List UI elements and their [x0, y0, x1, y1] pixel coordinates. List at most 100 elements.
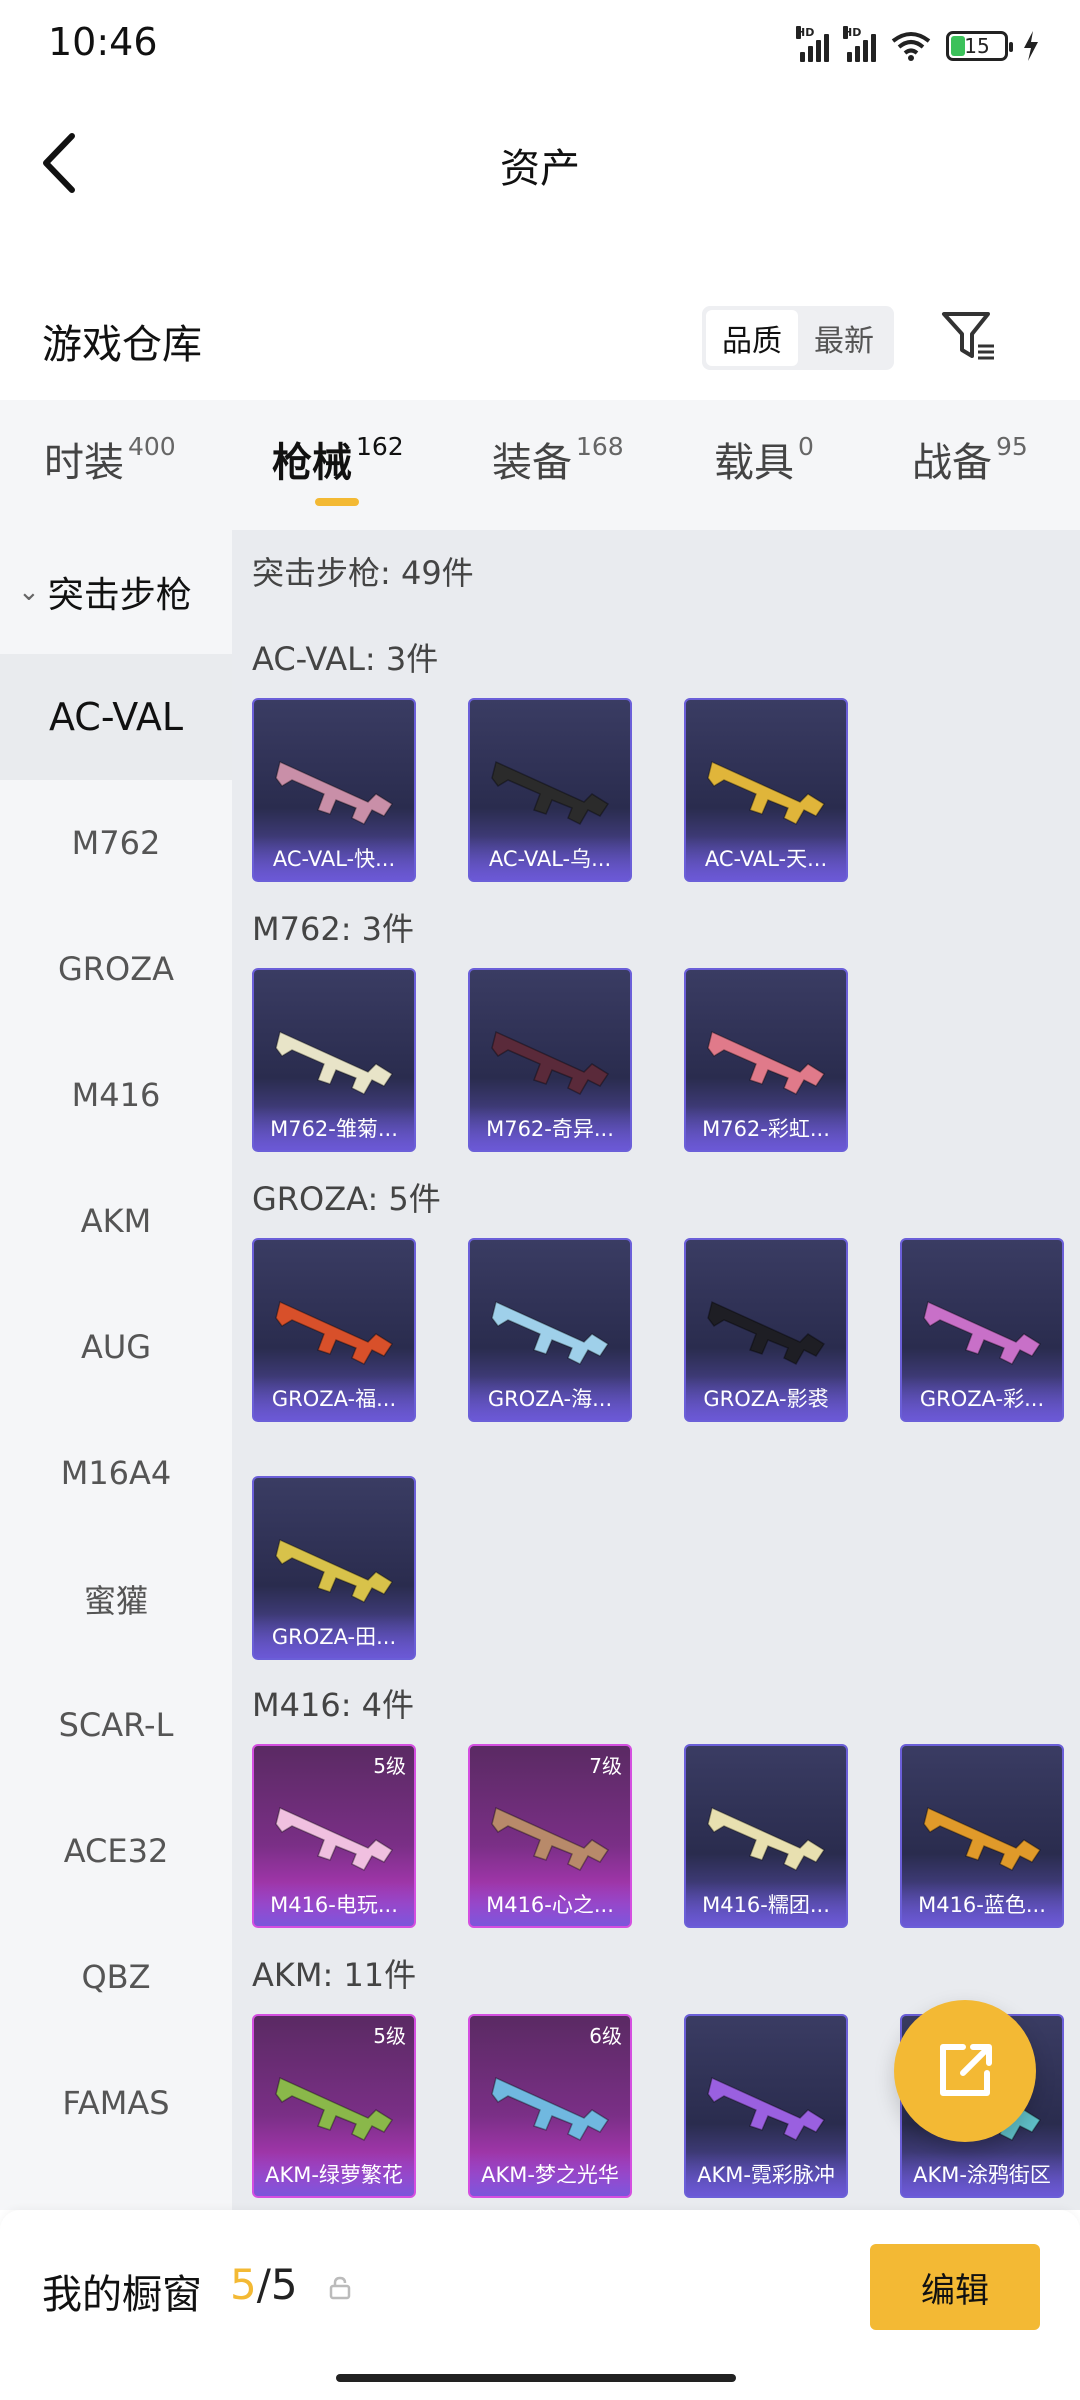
weapon-card[interactable]: AC-VAL-乌... — [468, 698, 632, 882]
group-title: GROZA: 5件 — [252, 1180, 441, 1218]
level-badge: 5级 — [373, 2024, 406, 2048]
rifle-icon — [491, 2076, 610, 2141]
weapon-card[interactable]: 7级 M416-心之... — [468, 1744, 632, 1928]
showcase-count: 5/5 — [230, 2260, 298, 2309]
warehouse-title: 游戏仓库 — [42, 322, 202, 368]
rifle-icon — [275, 1806, 394, 1871]
tab-equipment[interactable]: 装备 168 — [492, 430, 624, 488]
weapon-card-label: M762-奇异... — [470, 1106, 630, 1150]
rifle-icon — [707, 1300, 826, 1365]
weapon-sidebar: ⌄ 突击步枪 AC-VAL M762 GROZA M416 AKM AUG M1… — [0, 530, 232, 2210]
weapon-card-label: GROZA-海... — [470, 1376, 630, 1420]
tab-vehicles[interactable]: 载具 0 — [714, 430, 814, 488]
weapon-card-label: M762-雏菊... — [254, 1106, 414, 1150]
weapon-card[interactable]: 5级 AKM-绿萝繁花 — [252, 2014, 416, 2198]
weapon-card-label: GROZA-彩... — [902, 1376, 1062, 1420]
weapon-card-label: M416-心之... — [470, 1882, 630, 1926]
tab-fashion[interactable]: 时装 400 — [44, 430, 176, 488]
weapon-card[interactable]: GROZA-海... — [468, 1238, 632, 1422]
weapon-card-label: AC-VAL-天... — [686, 836, 846, 880]
battery-icon: 15 — [946, 31, 1013, 61]
weapon-card-label: AKM-梦之光华 — [470, 2152, 630, 2196]
weapon-card[interactable]: M762-奇异... — [468, 968, 632, 1152]
sidebar-item-acval[interactable]: AC-VAL — [0, 654, 232, 780]
rifle-icon — [491, 1806, 610, 1871]
status-bar: 10:46 HD HD 15 — [0, 0, 1080, 92]
sort-quality-button[interactable]: 品质 — [706, 310, 798, 366]
weapon-card-label: M416-糯团... — [686, 1882, 846, 1926]
weapon-card[interactable]: M416-糯团... — [684, 1744, 848, 1928]
weapon-card[interactable]: M416-蓝色... — [900, 1744, 1064, 1928]
rifle-icon — [923, 1806, 1042, 1871]
weapon-card-label: AC-VAL-乌... — [470, 836, 630, 880]
weapon-card-label: M416-电玩... — [254, 1882, 414, 1926]
showcase-label: 我的橱窗 — [42, 2272, 202, 2318]
rifle-icon — [707, 2076, 826, 2141]
filter-button[interactable] — [940, 308, 1000, 364]
sidebar-item-qbz[interactable]: QBZ — [0, 1914, 232, 2040]
rifle-icon — [275, 760, 394, 825]
weapon-card[interactable]: GROZA-影裘 — [684, 1238, 848, 1422]
sidebar-item-aug[interactable]: AUG — [0, 1284, 232, 1410]
showcase-bar: 我的橱窗 5/5 编辑 — [0, 2210, 1080, 2400]
sidebar-item-ace32[interactable]: ACE32 — [0, 1788, 232, 1914]
weapon-card[interactable]: GROZA-福... — [252, 1238, 416, 1422]
sidebar-item-m416[interactable]: M416 — [0, 1032, 232, 1158]
tab-supplies[interactable]: 战备 95 — [912, 430, 1028, 488]
sort-toggle: 品质 最新 — [702, 306, 894, 370]
category-tabs: 时装 400 枪械 162 装备 168 载具 0 战备 95 — [0, 400, 1080, 530]
sidebar-item-famas[interactable]: FAMAS — [0, 2040, 232, 2166]
page-title: 资产 — [500, 146, 580, 192]
rifle-icon — [275, 1538, 394, 1603]
filter-icon — [942, 312, 994, 360]
chevron-down-icon: ⌄ — [18, 577, 40, 607]
signal-icon: HD — [796, 26, 829, 62]
group-title: M416: 4件 — [252, 1686, 415, 1724]
sidebar-item-scarl[interactable]: SCAR-L — [0, 1662, 232, 1788]
rifle-icon — [491, 760, 610, 825]
wifi-icon — [891, 32, 931, 61]
sidebar-item-honey-badger[interactable]: 蜜獾 — [0, 1536, 232, 1662]
category-summary: 突击步枪: 49件 — [252, 554, 474, 592]
rifle-icon — [275, 1030, 394, 1095]
rifle-icon — [707, 1806, 826, 1871]
weapon-card[interactable]: GROZA-田... — [252, 1476, 416, 1660]
weapon-card[interactable]: 5级 M416-电玩... — [252, 1744, 416, 1928]
weapon-card-label: AKM-绿萝繁花 — [254, 2152, 414, 2196]
weapon-card-label: AKM-霓彩脉冲 — [686, 2152, 846, 2196]
weapon-card-label: GROZA-福... — [254, 1376, 414, 1420]
sidebar-item-groza[interactable]: GROZA — [0, 906, 232, 1032]
edit-button[interactable]: 编辑 — [870, 2244, 1040, 2330]
rifle-icon — [275, 2076, 394, 2141]
rifle-icon — [491, 1300, 610, 1365]
sidebar-item-m16a4[interactable]: M16A4 — [0, 1410, 232, 1536]
weapon-card[interactable]: M762-彩虹... — [684, 968, 848, 1152]
rifle-icon — [707, 1030, 826, 1095]
weapon-card-label: GROZA-田... — [254, 1614, 414, 1658]
sidebar-item-m762[interactable]: M762 — [0, 780, 232, 906]
weapon-card[interactable]: 6级 AKM-梦之光华 — [468, 2014, 632, 2198]
weapon-card[interactable]: GROZA-彩... — [900, 1238, 1064, 1422]
weapon-grid: 突击步枪: 49件 AC-VAL: 3件 AC-VAL-快... AC-VAL-… — [232, 530, 1080, 2210]
weapon-card[interactable]: AC-VAL-天... — [684, 698, 848, 882]
sidebar-category-header[interactable]: ⌄ 突击步枪 — [0, 530, 232, 654]
weapon-card-label: AC-VAL-快... — [254, 836, 414, 880]
status-time: 10:46 — [48, 20, 158, 64]
status-icons: HD HD 15 — [796, 26, 1040, 66]
tab-weapons[interactable]: 枪械 162 — [272, 430, 404, 488]
active-tab-indicator — [315, 498, 359, 506]
sort-newest-button[interactable]: 最新 — [798, 310, 890, 366]
weapon-card[interactable]: AC-VAL-快... — [252, 698, 416, 882]
weapon-card[interactable]: M762-雏菊... — [252, 968, 416, 1152]
sidebar-item-akm[interactable]: AKM — [0, 1158, 232, 1284]
signal-icon: HD — [843, 26, 876, 62]
weapon-card-label: AKM-涂鸦街区 — [902, 2152, 1062, 2196]
weapon-card-label: M416-蓝色... — [902, 1882, 1062, 1926]
home-indicator — [336, 2374, 736, 2382]
level-badge: 7级 — [589, 1754, 622, 1778]
weapon-card-label: GROZA-影裘 — [686, 1376, 846, 1420]
weapon-card[interactable]: AKM-霓彩脉冲 — [684, 2014, 848, 2198]
lock-icon — [329, 2276, 351, 2300]
share-button[interactable] — [894, 2000, 1036, 2142]
level-badge: 6级 — [589, 2024, 622, 2048]
